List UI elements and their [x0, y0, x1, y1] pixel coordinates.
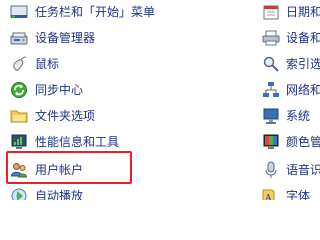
control-panel-all-items: 任务栏和「开始」菜单 设备管理器 鼠标 同步中心 文件夹选项 性能信息和工具 用…	[0, 0, 320, 200]
item-label: 日期和	[286, 5, 320, 19]
item-label: 字体	[286, 189, 311, 200]
system-icon	[262, 107, 280, 125]
device-manager-icon	[10, 29, 28, 47]
taskbar-icon	[10, 3, 28, 21]
item-label: 自动播放	[35, 189, 84, 200]
item-date-time[interactable]: 日期和	[262, 1, 320, 23]
item-label: 任务栏和「开始」菜单	[35, 5, 156, 19]
item-mouse[interactable]: 鼠标	[10, 53, 59, 75]
item-network[interactable]: 网络和	[262, 79, 320, 101]
item-folder-options[interactable]: 文件夹选项	[10, 105, 95, 127]
date-time-icon	[262, 3, 280, 21]
devices-printers-icon	[262, 29, 280, 47]
highlight-box-user-accounts	[6, 151, 132, 184]
performance-icon	[10, 133, 28, 151]
mouse-icon	[10, 55, 28, 73]
item-label: 系统	[286, 109, 311, 123]
speech-icon	[262, 161, 280, 179]
sync-center-icon	[10, 81, 28, 99]
item-color-management[interactable]: 颜色管	[262, 131, 320, 153]
item-sync-center[interactable]: 同步中心	[10, 79, 83, 101]
network-icon	[262, 81, 280, 99]
item-taskbar-start-menu[interactable]: 任务栏和「开始」菜单	[10, 1, 155, 23]
svg-text:A: A	[264, 194, 272, 200]
fonts-icon: A	[262, 187, 280, 200]
item-performance-info-tools[interactable]: 性能信息和工具	[10, 131, 119, 153]
item-label: 颜色管	[286, 135, 320, 149]
item-label: 索引选	[286, 57, 320, 71]
indexing-icon	[262, 55, 280, 73]
folder-options-icon	[10, 107, 28, 125]
item-indexing-options[interactable]: 索引选	[262, 53, 320, 75]
item-label: 设备和	[286, 31, 320, 45]
item-label: 文件夹选项	[35, 109, 96, 123]
color-management-icon	[262, 133, 280, 151]
item-system[interactable]: 系统	[262, 105, 310, 127]
item-label: 性能信息和工具	[35, 135, 120, 149]
item-fonts[interactable]: A 字体	[262, 185, 310, 200]
item-devices-printers[interactable]: 设备和	[262, 27, 320, 49]
item-label: 鼠标	[35, 57, 60, 71]
item-label: 设备管理器	[35, 31, 96, 45]
item-label: 同步中心	[35, 83, 84, 97]
item-label: 网络和	[286, 83, 320, 97]
item-speech-recognition[interactable]: 语音识	[262, 159, 320, 181]
item-device-manager[interactable]: 设备管理器	[10, 27, 95, 49]
item-autoplay[interactable]: 自动播放	[10, 185, 83, 200]
autoplay-icon	[10, 187, 28, 200]
item-label: 语音识	[286, 163, 320, 177]
